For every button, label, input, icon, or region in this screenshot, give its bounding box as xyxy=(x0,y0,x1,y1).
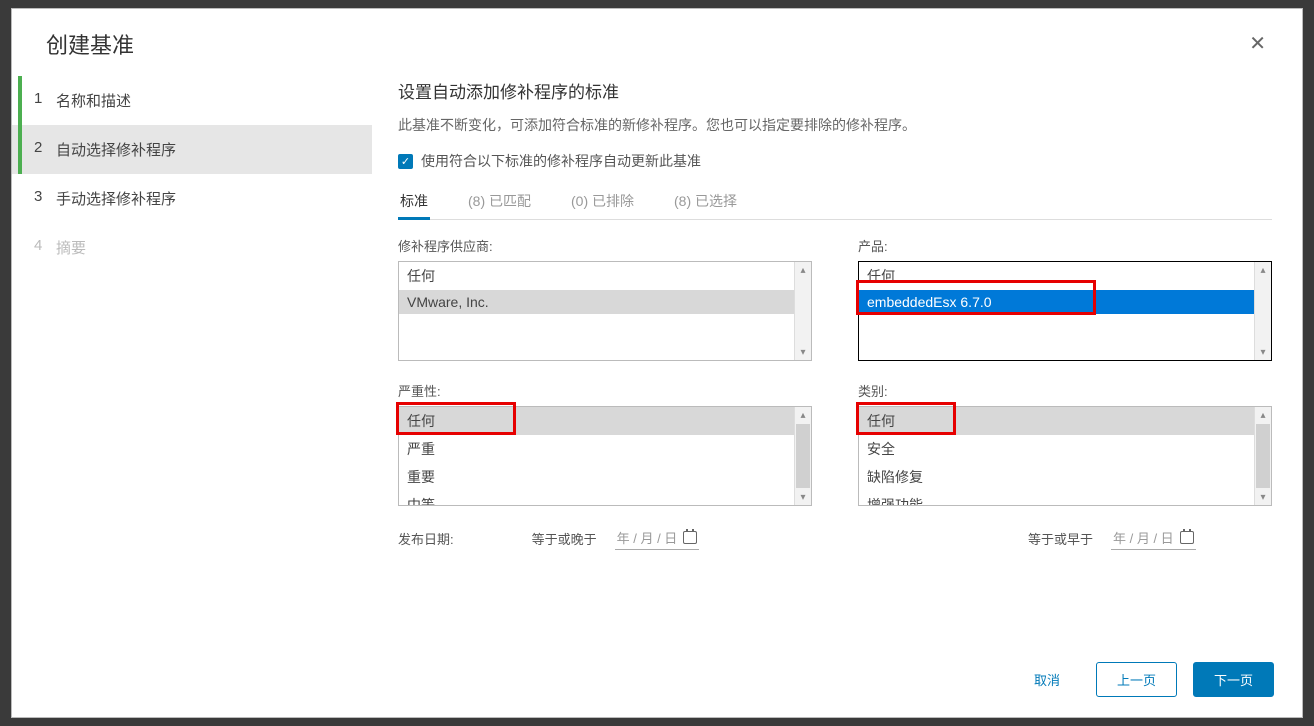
severity-option-important[interactable]: 重要 xyxy=(399,463,794,491)
scroll-up-icon[interactable]: ▴ xyxy=(795,262,811,278)
vendor-option-any[interactable]: 任何 xyxy=(399,262,794,290)
wizard-step-label: 自动选择修补程序 xyxy=(56,142,176,159)
content-pane: 设置自动添加修补程序的标准 此基准不断变化，可添加符合标准的新修补程序。您也可以… xyxy=(372,72,1302,648)
release-date-to-row: 等于或早于 年 / 月 / 日 xyxy=(858,526,1272,550)
modal-footer: 取消 上一页 下一页 xyxy=(12,648,1302,717)
wizard-step-manual[interactable]: 3 手动选择修补程序 xyxy=(12,174,372,223)
wizard-step-name[interactable]: 1 名称和描述 xyxy=(12,76,372,125)
cancel-button[interactable]: 取消 xyxy=(1014,663,1080,696)
scroll-thumb[interactable] xyxy=(796,424,810,488)
category-option-security[interactable]: 安全 xyxy=(859,435,1254,463)
scroll-up-icon[interactable]: ▴ xyxy=(1255,407,1271,423)
auto-update-checkbox[interactable]: ✓ xyxy=(398,154,413,169)
release-date-gte-label: 等于或晚于 xyxy=(532,529,597,548)
product-label: 产品: xyxy=(858,236,1272,255)
scroll-down-icon[interactable]: ▾ xyxy=(1255,489,1271,505)
vendor-field: 修补程序供应商: 任何 VMware, Inc. ▴ ▾ xyxy=(398,236,812,361)
close-icon[interactable]: ✕ xyxy=(1241,27,1274,60)
auto-update-checkbox-row: ✓ 使用符合以下标准的修补程序自动更新此基准 xyxy=(398,151,1272,171)
tab-selected[interactable]: (8) 已选择 xyxy=(672,185,739,219)
tab-excluded[interactable]: (0) 已排除 xyxy=(569,185,636,219)
modal-header: 创建基准 ✕ xyxy=(12,9,1302,72)
scrollbar[interactable]: ▴ ▾ xyxy=(1254,407,1271,505)
calendar-icon[interactable] xyxy=(683,531,697,544)
release-date-to-input[interactable]: 年 / 月 / 日 xyxy=(1111,526,1196,550)
scrollbar[interactable]: ▴ ▾ xyxy=(794,262,811,360)
category-option-enhancement[interactable]: 增强功能 xyxy=(859,491,1254,505)
tab-criteria[interactable]: 标准 xyxy=(398,185,430,219)
severity-option-medium[interactable]: 中等 xyxy=(399,491,794,505)
severity-option-any[interactable]: 任何 xyxy=(399,407,794,435)
scrollbar[interactable]: ▴ ▾ xyxy=(1254,262,1271,360)
vendor-label: 修补程序供应商: xyxy=(398,236,812,255)
wizard-step-label: 摘要 xyxy=(56,240,86,257)
product-option-esx[interactable]: embeddedEsx 6.7.0 xyxy=(859,290,1254,314)
wizard-step-auto[interactable]: 2 自动选择修补程序 xyxy=(12,125,372,174)
category-label: 类别: xyxy=(858,381,1272,400)
scroll-up-icon[interactable]: ▴ xyxy=(1255,262,1271,278)
product-listbox[interactable]: 任何 embeddedEsx 6.7.0 ▴ ▾ xyxy=(858,261,1272,361)
modal-title: 创建基准 xyxy=(46,28,134,60)
next-button[interactable]: 下一页 xyxy=(1193,662,1274,697)
release-date-from-row: 发布日期: 等于或晚于 年 / 月 / 日 xyxy=(398,526,812,550)
auto-update-label: 使用符合以下标准的修补程序自动更新此基准 xyxy=(421,151,701,171)
criteria-tabs: 标准 (8) 已匹配 (0) 已排除 (8) 已选择 xyxy=(398,185,1272,220)
severity-label: 严重性: xyxy=(398,381,812,400)
severity-field: 严重性: 任何 严重 重要 中等 ▴ ▾ xyxy=(398,381,812,506)
scroll-down-icon[interactable]: ▾ xyxy=(795,344,811,360)
category-field: 类别: 任何 安全 缺陷修复 增强功能 ▴ ▾ xyxy=(858,381,1272,506)
scroll-down-icon[interactable]: ▾ xyxy=(795,489,811,505)
section-description: 此基准不断变化，可添加符合标准的新修补程序。您也可以指定要排除的修补程序。 xyxy=(398,115,1272,135)
vendor-listbox[interactable]: 任何 VMware, Inc. ▴ ▾ xyxy=(398,261,812,361)
severity-option-critical[interactable]: 严重 xyxy=(399,435,794,463)
wizard-step-label: 手动选择修补程序 xyxy=(56,191,176,208)
wizard-nav: 1 名称和描述 2 自动选择修补程序 3 手动选择修补程序 4 摘要 xyxy=(12,72,372,648)
create-baseline-modal: 创建基准 ✕ 1 名称和描述 2 自动选择修补程序 3 手动选择修补程序 4 xyxy=(11,8,1303,718)
severity-listbox[interactable]: 任何 严重 重要 中等 ▴ ▾ xyxy=(398,406,812,506)
section-title: 设置自动添加修补程序的标准 xyxy=(398,78,1272,103)
prev-button[interactable]: 上一页 xyxy=(1096,662,1177,697)
scrollbar[interactable]: ▴ ▾ xyxy=(794,407,811,505)
category-option-any[interactable]: 任何 xyxy=(859,407,1254,435)
product-option-any[interactable]: 任何 xyxy=(859,262,1254,290)
category-listbox[interactable]: 任何 安全 缺陷修复 增强功能 ▴ ▾ xyxy=(858,406,1272,506)
release-date-label: 发布日期: xyxy=(398,529,454,548)
scroll-up-icon[interactable]: ▴ xyxy=(795,407,811,423)
scroll-down-icon[interactable]: ▾ xyxy=(1255,344,1271,360)
tab-matched[interactable]: (8) 已匹配 xyxy=(466,185,533,219)
wizard-step-summary: 4 摘要 xyxy=(12,223,372,272)
wizard-step-label: 名称和描述 xyxy=(56,93,131,110)
calendar-icon[interactable] xyxy=(1180,531,1194,544)
scroll-thumb[interactable] xyxy=(1256,424,1270,488)
modal-overlay: 创建基准 ✕ 1 名称和描述 2 自动选择修补程序 3 手动选择修补程序 4 xyxy=(0,0,1314,726)
release-date-lte-label: 等于或早于 xyxy=(1028,529,1093,548)
vendor-option-vmware[interactable]: VMware, Inc. xyxy=(399,290,794,314)
category-option-bugfix[interactable]: 缺陷修复 xyxy=(859,463,1254,491)
release-date-from-input[interactable]: 年 / 月 / 日 xyxy=(615,526,700,550)
product-field: 产品: 任何 embeddedEsx 6.7.0 ▴ ▾ xyxy=(858,236,1272,361)
